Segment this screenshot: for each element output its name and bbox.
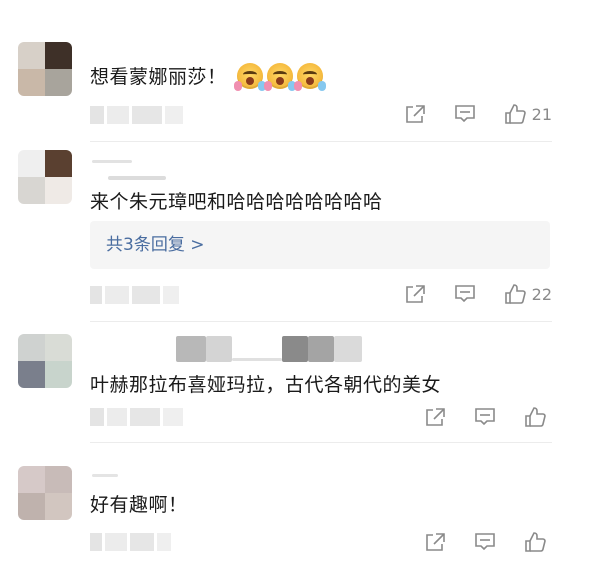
blurred-username xyxy=(232,358,282,361)
blurred-username xyxy=(108,176,166,180)
crying-laugh-emoji xyxy=(294,63,327,91)
share-icon xyxy=(426,533,445,551)
thumbs-up-icon xyxy=(525,407,546,427)
comment-button[interactable] xyxy=(474,407,496,427)
share-icon xyxy=(405,285,425,303)
crying-laugh-emoji xyxy=(234,63,267,91)
comment-icon xyxy=(454,285,475,303)
avatar[interactable] xyxy=(18,334,72,388)
avatar[interactable] xyxy=(18,466,72,520)
like-count: 22 xyxy=(531,284,552,304)
comment-text: 好有趣啊！ xyxy=(90,494,188,516)
like-count: 21 xyxy=(531,104,552,124)
avatar[interactable] xyxy=(18,42,72,96)
comment-icon xyxy=(475,533,495,551)
divider xyxy=(90,442,552,443)
divider xyxy=(90,141,552,142)
blurred-username xyxy=(176,336,206,362)
like-button[interactable]: 22 xyxy=(504,283,552,305)
share-button[interactable] xyxy=(424,407,446,427)
blurred-meta xyxy=(90,106,183,124)
thumbs-up-icon xyxy=(525,532,546,552)
avatar[interactable] xyxy=(18,150,72,204)
like-button[interactable]: 21 xyxy=(504,103,552,125)
like-button[interactable] xyxy=(524,531,552,553)
share-icon xyxy=(426,408,445,426)
blurred-username xyxy=(92,160,132,163)
share-button[interactable] xyxy=(404,284,426,304)
crying-laugh-emoji xyxy=(264,63,297,91)
comment-text: 叶赫那拉布喜娅玛拉，古代各朝代的美女 xyxy=(90,374,442,396)
comment-actions xyxy=(424,531,552,553)
comment-button[interactable] xyxy=(454,104,476,124)
share-button[interactable] xyxy=(404,104,426,124)
comment-actions: 22 xyxy=(404,283,552,305)
share-button[interactable] xyxy=(424,532,446,552)
comment-button[interactable] xyxy=(474,532,496,552)
like-button[interactable] xyxy=(524,406,552,428)
comment-icon xyxy=(454,105,475,123)
blurred-username xyxy=(308,336,334,362)
view-replies-button[interactable]: 共3条回复 > xyxy=(90,221,550,269)
blurred-meta xyxy=(90,408,183,426)
blurred-username xyxy=(334,336,362,362)
blurred-username xyxy=(206,336,232,362)
blurred-username xyxy=(282,336,308,362)
comment-text: 想看蒙娜丽莎！ xyxy=(90,62,327,91)
comment-button[interactable] xyxy=(454,284,476,304)
comment-actions: 21 xyxy=(404,103,552,125)
thumbs-up-icon xyxy=(504,104,526,124)
blurred-meta xyxy=(90,533,171,551)
comment-actions xyxy=(424,406,552,428)
share-icon xyxy=(405,105,425,123)
blurred-meta xyxy=(90,286,179,304)
comment-text: 来个朱元璋吧和哈哈哈哈哈哈哈哈 xyxy=(90,191,383,213)
comment-icon xyxy=(475,408,495,426)
blurred-username xyxy=(92,474,118,477)
divider xyxy=(90,321,552,322)
thumbs-up-icon xyxy=(504,284,526,304)
